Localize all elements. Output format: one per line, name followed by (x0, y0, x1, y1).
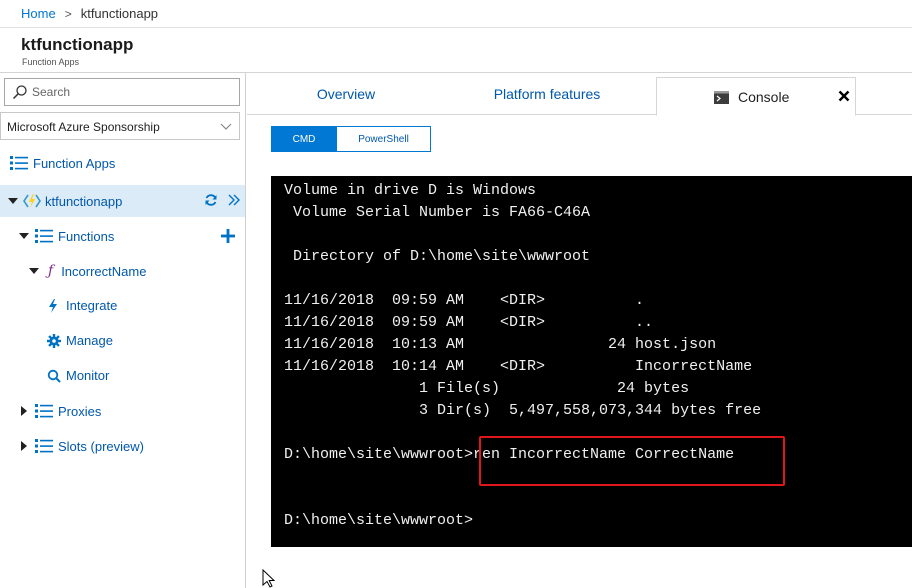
console-terminal[interactable]: Volume in drive D is Windows Volume Seri… (271, 176, 912, 547)
subscription-value: Microsoft Azure Sponsorship (7, 120, 160, 134)
breadcrumb-separator: > (64, 6, 72, 21)
list-icon (35, 229, 53, 243)
sidebar-item-label: Proxies (58, 403, 102, 419)
terminal-prompt[interactable]: D:\home\site\wwwroot> (284, 512, 473, 530)
terminal-line: 11/16/2018 10:13 AM 24 host.json (284, 336, 717, 353)
sidebar-item-incorrectname[interactable]: ƒ IncorrectName (29, 263, 146, 279)
list-icon (10, 156, 28, 170)
search-input[interactable] (32, 83, 232, 101)
search-box[interactable] (4, 78, 240, 106)
page-subtitle: Function Apps (22, 57, 80, 67)
sidebar-item-monitor[interactable]: Monitor (47, 368, 109, 383)
caret-right-icon[interactable] (19, 406, 29, 416)
sidebar-item-slots[interactable]: Slots (preview) (19, 438, 144, 454)
list-icon (35, 404, 53, 418)
tab-platform-features[interactable]: Platform features (477, 73, 617, 115)
cmd-button[interactable]: CMD (271, 126, 337, 152)
tab-overview[interactable]: Overview (287, 73, 405, 115)
function-icon: ƒ (48, 263, 54, 279)
sidebar-item-ktfunctionapp[interactable]: ktfunctionapp (8, 193, 122, 209)
terminal-line: 1 File(s) 24 bytes (284, 380, 690, 397)
double-chevron-right-icon[interactable] (227, 193, 241, 207)
list-icon (35, 439, 53, 453)
mouse-cursor-icon (262, 569, 275, 588)
breadcrumb-current: ktfunctionapp (80, 6, 159, 21)
sidebar-item-label: Functions (58, 228, 115, 244)
sidebar-item-functions[interactable]: Functions (19, 228, 114, 244)
sidebar-item-label: Slots (preview) (58, 438, 144, 454)
caret-down-icon[interactable] (8, 196, 18, 206)
function-app-icon (23, 194, 41, 208)
close-icon[interactable] (838, 90, 850, 102)
shell-toggle: CMD PowerShell (271, 126, 431, 152)
search-icon (47, 369, 61, 383)
terminal-line: 11/16/2018 09:59 AM <DIR> . (284, 292, 645, 309)
sidebar-item-label: Monitor (66, 368, 110, 383)
page-header: ktfunctionapp Function Apps (0, 27, 912, 73)
subscription-dropdown[interactable]: Microsoft Azure Sponsorship (0, 112, 240, 140)
terminal-line: Volume Serial Number is FA66-C46A (284, 204, 591, 221)
chevron-down-icon (220, 123, 232, 130)
sidebar-item-function-apps[interactable]: Function Apps (9, 155, 115, 171)
sidebar-item-label: ktfunctionapp (45, 193, 123, 209)
sidebar-item-label: Integrate (66, 298, 118, 313)
terminal-line: 11/16/2018 10:14 AM <DIR> IncorrectName (284, 358, 753, 375)
console-icon (714, 91, 729, 104)
highlight-annotation (479, 436, 785, 486)
tab-console[interactable]: Console (656, 77, 856, 116)
sidebar-item-label: Function Apps (33, 155, 116, 171)
tab-bar: Overview Platform features Console (247, 73, 912, 116)
refresh-icon[interactable] (204, 193, 218, 207)
terminal-line: Volume in drive D is Windows (284, 182, 537, 199)
breadcrumb-home-link[interactable]: Home (21, 6, 56, 21)
page-title: ktfunctionapp (21, 35, 134, 54)
search-icon (12, 85, 27, 100)
sidebar-item-manage[interactable]: Manage (47, 333, 113, 348)
terminal-line: 3 Dir(s) 5,497,558,073,344 bytes free (284, 402, 762, 419)
breadcrumb: Home > ktfunctionapp (21, 6, 158, 21)
powershell-button[interactable]: PowerShell (337, 126, 431, 152)
gear-icon (47, 333, 61, 348)
caret-right-icon[interactable] (19, 441, 29, 451)
sidebar-item-proxies[interactable]: Proxies (19, 403, 101, 419)
sidebar-item-integrate[interactable]: Integrate (47, 298, 117, 313)
sidebar-item-label: Manage (66, 333, 113, 348)
terminal-line: Directory of D:\home\site\wwwroot (284, 248, 591, 265)
sidebar: Microsoft Azure Sponsorship Function App… (0, 73, 246, 588)
caret-down-icon[interactable] (19, 231, 29, 241)
caret-down-icon[interactable] (29, 266, 39, 276)
lightning-icon (49, 298, 57, 313)
tab-console-label: Console (738, 89, 790, 105)
sidebar-item-label: IncorrectName (61, 263, 147, 279)
add-icon[interactable] (221, 229, 235, 243)
terminal-line: 11/16/2018 09:59 AM <DIR> .. (284, 314, 654, 331)
